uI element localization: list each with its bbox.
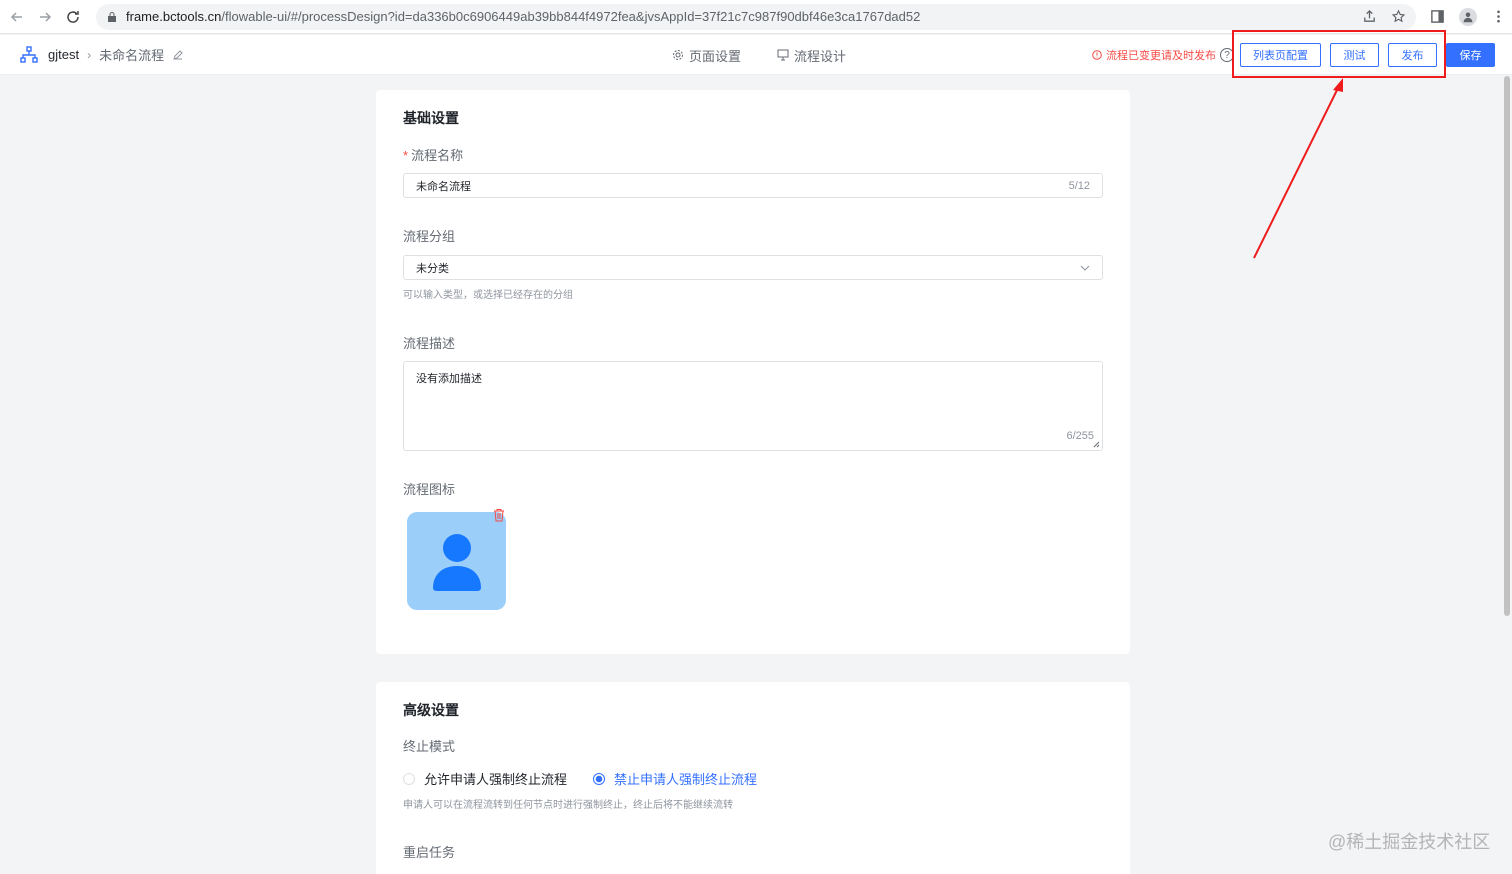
trash-icon[interactable] bbox=[492, 508, 506, 522]
annotation-arrow bbox=[1253, 78, 1343, 259]
profile-icon[interactable] bbox=[1459, 7, 1477, 26]
watermark: @稀土掘金技术社区 bbox=[1328, 832, 1491, 852]
tab-process-design[interactable]: 流程设计 bbox=[777, 46, 846, 65]
radio-forbid-stop-label[interactable]: 禁止申请人强制终止流程 bbox=[614, 769, 757, 788]
radio-allow-stop[interactable] bbox=[403, 772, 415, 785]
warning-text: 流程已变更请及时发布 bbox=[1106, 50, 1216, 62]
process-desc-value: 没有添加描述 bbox=[416, 373, 482, 385]
unpublished-warning: 流程已变更请及时发布 ? bbox=[1092, 47, 1234, 63]
process-name: 未命名流程 bbox=[99, 48, 165, 63]
user-avatar-icon bbox=[433, 534, 481, 591]
app-name[interactable]: gjtest bbox=[48, 47, 79, 62]
back-button[interactable] bbox=[6, 6, 28, 28]
process-desc-label: 流程描述 bbox=[403, 336, 456, 351]
warning-circle-icon bbox=[1092, 50, 1102, 60]
restart-task-label: 重启任务 bbox=[403, 845, 456, 860]
side-panel-icon[interactable] bbox=[1430, 9, 1445, 24]
char-counter: 6/255 bbox=[1066, 430, 1094, 442]
star-icon[interactable] bbox=[1391, 9, 1406, 24]
stop-mode-radio-group: 允许申请人强制终止流程 禁止申请人强制终止流程 bbox=[403, 769, 783, 788]
basic-settings-card: 基础设置 * 流程名称 未命名流程 5/12 流程分组 未分类 可以输入类型，或选… bbox=[376, 90, 1130, 654]
tab-label: 流程设计 bbox=[794, 48, 847, 64]
process-name-input[interactable]: 未命名流程 5/12 bbox=[403, 173, 1103, 198]
lock-icon bbox=[108, 11, 116, 22]
share-icon[interactable] bbox=[1362, 9, 1377, 24]
process-icon-label: 流程图标 bbox=[403, 482, 456, 497]
breadcrumb-chevron-icon: › bbox=[87, 47, 92, 62]
annotation-highlight-box bbox=[1232, 30, 1446, 78]
advanced-settings-card: 高级设置 终止模式 允许申请人强制终止流程 禁止申请人强制终止流程 申请人可以在… bbox=[376, 682, 1130, 874]
save-button[interactable]: 保存 bbox=[1446, 43, 1495, 67]
page-scrollbar[interactable] bbox=[1502, 76, 1510, 874]
browser-toolbar: frame.bctools.cn/flowable-ui/#/processDe… bbox=[0, 0, 1512, 34]
scroll-thumb[interactable] bbox=[1504, 76, 1510, 616]
arrow-right-icon bbox=[40, 11, 52, 22]
process-icon-preview[interactable] bbox=[407, 512, 506, 610]
section-title: 基础设置 bbox=[403, 110, 459, 126]
arrow-left-icon bbox=[10, 11, 22, 22]
pencil-icon[interactable] bbox=[172, 49, 184, 61]
process-group-select[interactable]: 未分类 bbox=[403, 255, 1103, 280]
process-name-value: 未命名流程 bbox=[416, 180, 471, 193]
kebab-menu-icon[interactable] bbox=[1491, 9, 1506, 24]
design-tabs: 页面设置 流程设计 bbox=[672, 35, 846, 75]
radio-allow-stop-label[interactable]: 允许申请人强制终止流程 bbox=[424, 769, 567, 788]
process-group-value: 未分类 bbox=[416, 262, 449, 275]
char-counter: 5/12 bbox=[1068, 179, 1090, 192]
stop-mode-hint: 申请人可以在流程流转到任何节点时进行强制终止，终止后将不能继续流转 bbox=[403, 800, 733, 811]
tab-label: 页面设置 bbox=[689, 48, 742, 64]
process-group-label: 流程分组 bbox=[403, 229, 456, 244]
stop-mode-label: 终止模式 bbox=[403, 739, 456, 754]
url-path: /flowable-ui/#/processDesign?id=da336b0c… bbox=[221, 9, 921, 24]
org-chart-icon bbox=[20, 45, 38, 63]
reload-button[interactable] bbox=[62, 6, 84, 28]
address-bar[interactable]: frame.bctools.cn/flowable-ui/#/processDe… bbox=[96, 3, 1416, 30]
chevron-down-icon bbox=[1080, 265, 1090, 271]
group-hint: 可以输入类型，或选择已经存在的分组 bbox=[403, 290, 573, 301]
reload-icon bbox=[67, 10, 79, 23]
gear-icon bbox=[673, 50, 683, 60]
process-desc-textarea[interactable]: 没有添加描述 6/255 bbox=[403, 361, 1103, 451]
tab-page-settings[interactable]: 页面设置 bbox=[672, 46, 741, 65]
forward-button[interactable] bbox=[34, 6, 56, 28]
resize-handle-icon[interactable] bbox=[1093, 441, 1100, 448]
url-host: frame.bctools.cn bbox=[126, 9, 222, 24]
radio-forbid-stop[interactable] bbox=[593, 772, 606, 785]
process-name-label: * 流程名称 bbox=[403, 148, 464, 163]
section-title: 高级设置 bbox=[403, 702, 459, 718]
flow-icon bbox=[777, 49, 789, 61]
